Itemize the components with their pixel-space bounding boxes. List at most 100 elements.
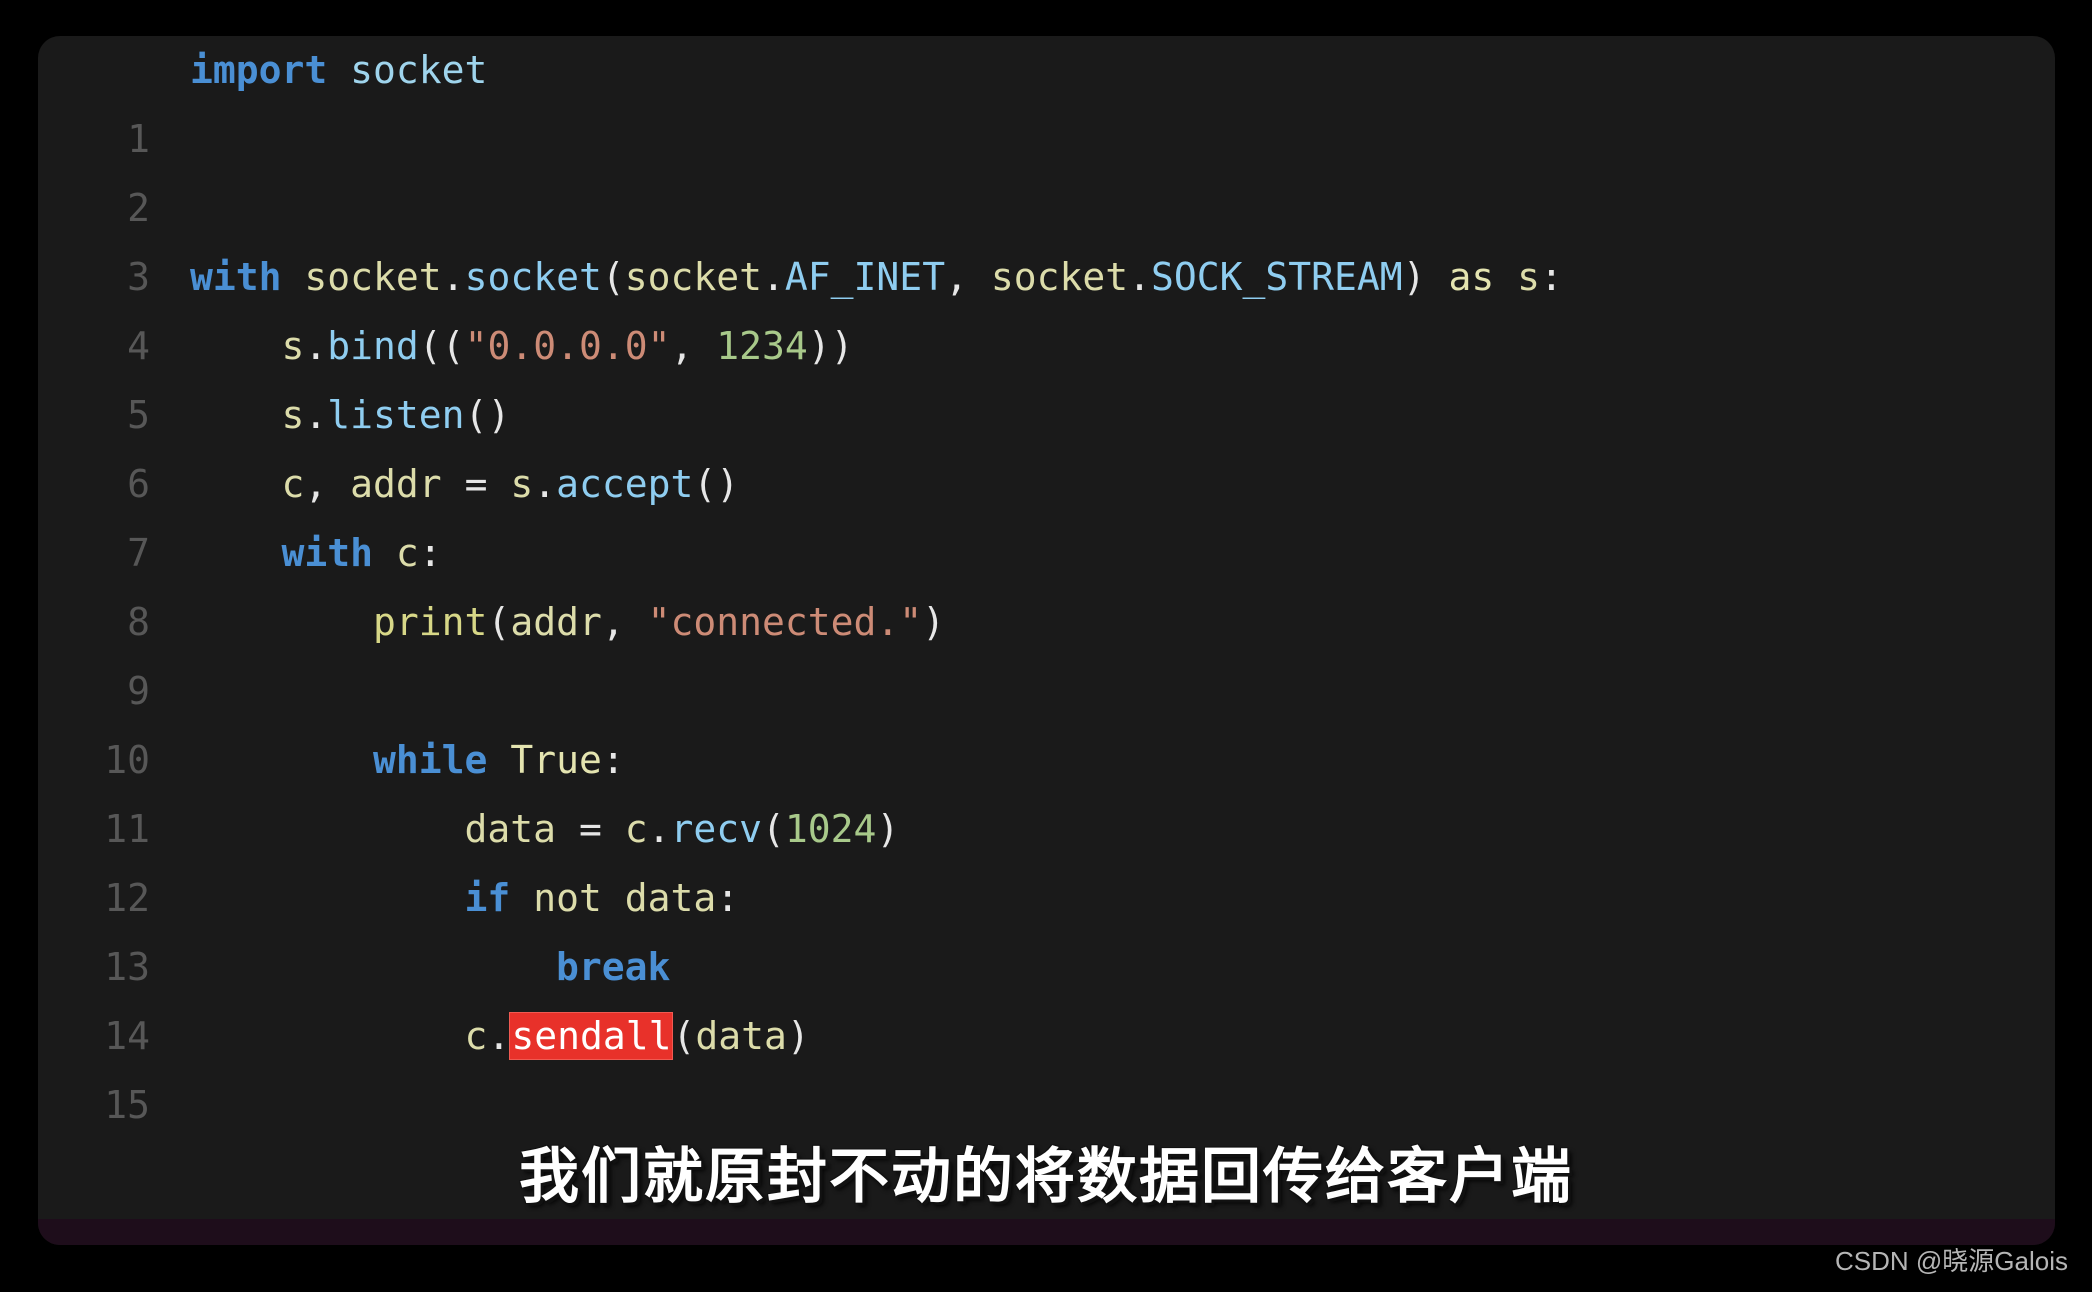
token-keyword: import [190, 48, 328, 92]
token-paren: ) [922, 600, 946, 644]
code-line-text: with c: [190, 519, 442, 588]
code-line-text: import socket [190, 36, 487, 105]
token-paren: ) [876, 807, 900, 851]
code-line[interactable]: 4 with socket.socket(socket.AF_INET, soc… [38, 243, 2055, 368]
token-string: "0.0.0.0" [464, 324, 671, 368]
token-variable: data [464, 807, 557, 851]
token-variable: c [395, 531, 419, 575]
token-variable: addr [510, 600, 602, 644]
token-comma: , [601, 600, 648, 644]
token-colon: : [418, 531, 442, 575]
code-line-text: print(addr, "connected.") [190, 588, 945, 657]
token-function: listen [327, 393, 465, 437]
token-variable: s [510, 462, 534, 506]
token-variable: c [281, 462, 305, 506]
code-line-text: s.bind(("0.0.0.0", 1234)) [190, 312, 854, 381]
token-module: socket [350, 48, 488, 92]
code-line[interactable]: 3 [38, 174, 2055, 299]
token-variable: c [464, 1014, 488, 1058]
code-line[interactable]: 15 c.sendall(data) [38, 1002, 2055, 1127]
token-keyword: with [281, 531, 374, 575]
token-colon: : [716, 876, 740, 920]
token-keyword: break [556, 945, 671, 989]
code-line-text: if not data: [190, 864, 740, 933]
token-paren: ) [786, 1014, 810, 1058]
token-paren: ) [1402, 255, 1426, 299]
code-line[interactable]: 12 data = c.recv(1024) [38, 795, 2055, 920]
token-colon: : [601, 738, 625, 782]
code-line-text: break [190, 933, 670, 1002]
token-dot: . [647, 807, 671, 851]
token-dot: . [304, 324, 328, 368]
token-keyword: if [464, 876, 511, 920]
token-variable: s [1517, 255, 1541, 299]
code-line[interactable]: 2 [38, 105, 2055, 230]
code-line[interactable]: 6 s.listen() [38, 381, 2055, 506]
token-number: 1024 [784, 807, 877, 851]
code-line-text: with socket.socket(socket.AF_INET, socke… [190, 243, 1563, 312]
token-paren: ( [487, 600, 511, 644]
token-constant: True [510, 738, 602, 782]
token-variable: data [695, 1014, 787, 1058]
token-keyword: while [373, 738, 488, 782]
code-line[interactable]: 7 c, addr = s.accept() [38, 450, 2055, 575]
code-line-text: data = c.recv(1024) [190, 795, 900, 864]
token-dot: . [762, 255, 785, 299]
code-line[interactable]: 14 break [38, 933, 2055, 1058]
subtitle-caption: 我们就原封不动的将数据回传给客户端 [519, 1142, 1573, 1212]
token-colon: : [1540, 255, 1563, 299]
token-variable: s [281, 393, 305, 437]
token-function: bind [327, 324, 419, 368]
highlighted-token-sendall[interactable]: sendall [510, 1013, 673, 1059]
code-line[interactable]: 5 s.bind(("0.0.0.0", 1234)) [38, 312, 2055, 437]
token-variable: socket [624, 255, 763, 299]
editor-status-strip [38, 1219, 2055, 1245]
watermark-label: CSDN @晓源Galois [1835, 1246, 2068, 1276]
token-comma: , [304, 462, 351, 506]
token-function: socket [464, 255, 602, 299]
token-number: 1234 [716, 324, 808, 368]
token-variable: socket [304, 255, 442, 299]
code-editor-content[interactable]: 1 import socket 2 3 4 with socket.socket… [38, 36, 2055, 1245]
code-line[interactable]: 10 [38, 657, 2055, 782]
token-keyword: as [1448, 255, 1495, 299]
token-paren: )) [807, 324, 854, 368]
code-line-text: c, addr = s.accept() [190, 450, 740, 519]
token-dot: . [1128, 255, 1152, 299]
code-line-text: s.listen() [190, 381, 511, 450]
code-line-text: while True: [190, 726, 625, 795]
token-variable: c [624, 807, 648, 851]
token-function: recv [670, 807, 763, 851]
code-line[interactable]: 13 if not data: [38, 864, 2055, 989]
token-paren: ( [601, 255, 625, 299]
token-constant: AF_INET [784, 255, 946, 299]
code-line[interactable]: 1 import socket [38, 36, 2055, 161]
token-comma: , [670, 324, 717, 368]
token-dot: . [304, 393, 328, 437]
code-line-text: c.sendall(data) [190, 1002, 810, 1071]
token-constant: SOCK_STREAM [1151, 255, 1403, 299]
token-comma: , [945, 255, 991, 299]
token-function: accept [556, 462, 694, 506]
token-builtin: print [373, 600, 488, 644]
token-string: "connected." [647, 600, 923, 644]
code-line[interactable]: 11 while True: [38, 726, 2055, 851]
code-line[interactable]: 8 with c: [38, 519, 2055, 644]
code-line[interactable]: 9 print(addr, "connected.") [38, 588, 2055, 713]
token-paren: ( [672, 1014, 696, 1058]
token-variable: data [624, 876, 717, 920]
